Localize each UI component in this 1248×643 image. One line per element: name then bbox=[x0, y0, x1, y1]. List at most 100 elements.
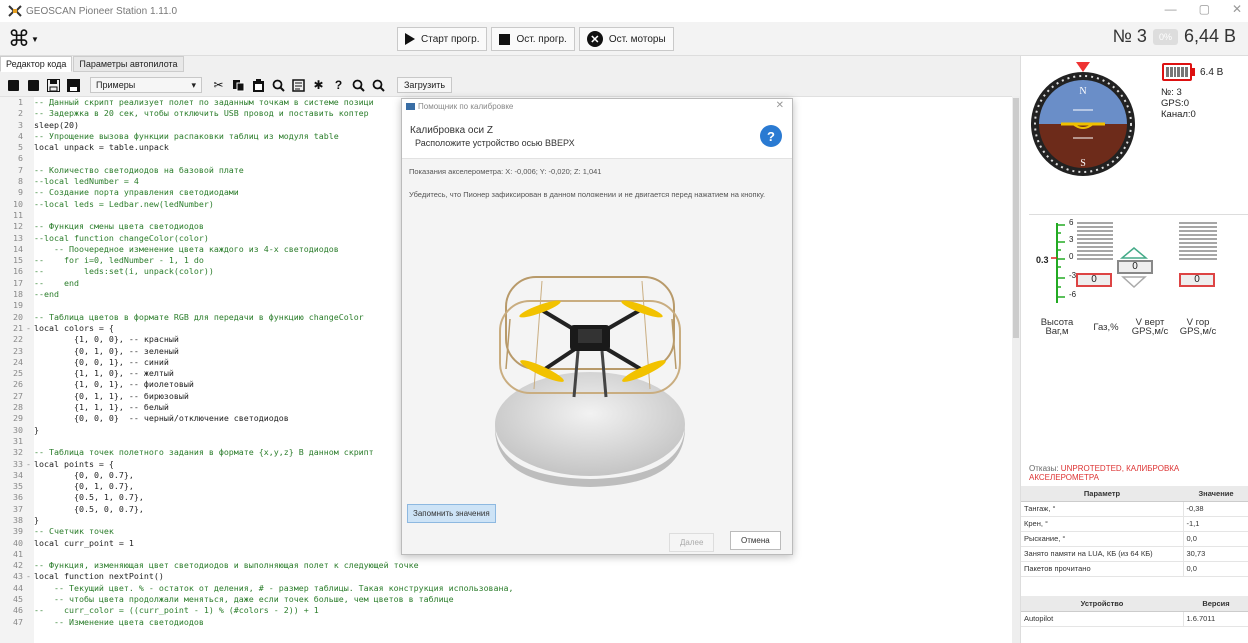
fold-marker[interactable] bbox=[26, 447, 34, 458]
fold-marker[interactable] bbox=[26, 131, 34, 142]
table-row[interactable]: Autopilot 1.6.7011 bbox=[1021, 611, 1248, 627]
fold-marker[interactable] bbox=[26, 334, 34, 345]
params-header-value: Значение bbox=[1183, 486, 1248, 502]
fold-marker[interactable] bbox=[26, 199, 34, 210]
play-icon bbox=[405, 33, 415, 45]
fold-marker[interactable] bbox=[26, 560, 34, 571]
open-folder-icon[interactable] bbox=[26, 78, 41, 93]
table-row[interactable]: Тангаж, ° -0,38 bbox=[1021, 501, 1248, 517]
fold-marker[interactable] bbox=[26, 312, 34, 323]
device-header-name: Устройство bbox=[1021, 596, 1183, 612]
stop-motors-button[interactable]: ✕ Ост. моторы bbox=[578, 27, 674, 51]
fold-marker[interactable] bbox=[26, 391, 34, 402]
fold-marker[interactable] bbox=[26, 176, 34, 187]
load-button[interactable]: Загрузить bbox=[397, 77, 453, 93]
stop-program-button[interactable]: Ост. прогр. bbox=[491, 27, 575, 51]
fold-marker[interactable] bbox=[26, 120, 34, 131]
fold-marker[interactable] bbox=[26, 605, 34, 616]
fold-marker[interactable] bbox=[26, 515, 34, 526]
table-row[interactable]: Пакетов прочитано 0,0 bbox=[1021, 561, 1248, 577]
minimize-button[interactable]: — bbox=[1165, 2, 1177, 16]
fold-marker[interactable] bbox=[26, 368, 34, 379]
fold-marker[interactable] bbox=[26, 153, 34, 164]
fold-marker[interactable] bbox=[26, 492, 34, 503]
fold-marker[interactable] bbox=[26, 402, 34, 413]
fold-marker[interactable] bbox=[26, 244, 34, 255]
altitude-label: Высота Baг,м bbox=[1040, 317, 1074, 337]
line-text: -- Поочередное изменение цвета каждого и… bbox=[34, 243, 339, 254]
fold-marker[interactable]: - bbox=[26, 459, 34, 470]
fold-marker[interactable] bbox=[26, 379, 34, 390]
fold-marker[interactable] bbox=[26, 255, 34, 266]
code-line[interactable]: 46 -- curr_color = ((curr_point - 1) % (#… bbox=[0, 605, 514, 616]
tab-code-editor[interactable]: Редактор кода bbox=[0, 56, 73, 72]
scrollbar-thumb[interactable] bbox=[1013, 98, 1019, 338]
zoom-in-icon[interactable] bbox=[351, 78, 366, 93]
fold-marker[interactable] bbox=[26, 583, 34, 594]
code-line[interactable]: 44 -- Текущий цвет. % - остаток от делен… bbox=[0, 583, 514, 594]
fold-marker[interactable] bbox=[26, 187, 34, 198]
editor-scrollbar[interactable] bbox=[1012, 96, 1020, 643]
fold-marker[interactable] bbox=[26, 278, 34, 289]
fold-marker[interactable] bbox=[26, 594, 34, 605]
cancel-button[interactable]: Отмена bbox=[730, 531, 781, 550]
save-as-icon[interactable] bbox=[66, 78, 81, 93]
gear-icon[interactable]: ✱ bbox=[311, 78, 326, 93]
start-program-button[interactable]: Старт прогр. bbox=[397, 27, 488, 51]
fold-marker[interactable] bbox=[26, 413, 34, 424]
fold-marker[interactable] bbox=[26, 617, 34, 628]
fold-marker[interactable] bbox=[26, 233, 34, 244]
fold-marker[interactable] bbox=[26, 549, 34, 560]
fold-marker[interactable] bbox=[26, 300, 34, 311]
next-button[interactable]: Далее bbox=[669, 533, 715, 552]
fold-marker[interactable] bbox=[26, 266, 34, 277]
table-row[interactable]: Крен, ° -1,1 bbox=[1021, 516, 1248, 532]
fold-marker[interactable] bbox=[26, 165, 34, 176]
save-icon[interactable] bbox=[46, 78, 61, 93]
paste-icon[interactable] bbox=[251, 78, 266, 93]
fold-marker[interactable] bbox=[26, 357, 34, 368]
fold-marker[interactable]: - bbox=[26, 323, 34, 334]
line-number: 39 bbox=[13, 526, 23, 537]
close-button[interactable]: ✕ bbox=[1232, 2, 1242, 16]
stop-program-label: Ост. прогр. bbox=[516, 33, 567, 45]
table-row[interactable]: Занято памяти на LUA, КБ (из 64 КБ) 30,73 bbox=[1021, 546, 1248, 562]
program-controls: Старт прогр. Ост. прогр. ✕ Ост. моторы bbox=[397, 27, 674, 51]
zoom-out-icon[interactable] bbox=[371, 78, 386, 93]
fold-marker[interactable] bbox=[26, 289, 34, 300]
line-text: -- Количество светодиодов на базовой пла… bbox=[34, 164, 244, 175]
code-line[interactable]: 43- local function nextPoint() bbox=[0, 571, 514, 582]
replace-icon[interactable] bbox=[291, 78, 306, 93]
code-line[interactable]: 47 -- Изменение цвета светодиодов bbox=[0, 617, 514, 628]
line-text: -- Данный скрипт реализует полет по зада… bbox=[34, 97, 374, 107]
search-icon[interactable] bbox=[271, 78, 286, 93]
fold-marker[interactable] bbox=[26, 504, 34, 515]
fold-marker[interactable] bbox=[26, 210, 34, 221]
code-line[interactable]: 42 -- Функция, изменяющая цвет светодиодо… bbox=[0, 560, 514, 571]
fold-marker[interactable] bbox=[26, 221, 34, 232]
fold-marker[interactable] bbox=[26, 526, 34, 537]
fold-marker[interactable]: - bbox=[26, 571, 34, 582]
fold-marker[interactable] bbox=[26, 108, 34, 119]
maximize-button[interactable]: ▢ bbox=[1199, 2, 1210, 16]
table-row[interactable]: Рыскание, ° 0,0 bbox=[1021, 531, 1248, 547]
fold-marker[interactable] bbox=[26, 97, 34, 108]
fold-marker[interactable] bbox=[26, 481, 34, 492]
help-icon[interactable]: ? bbox=[331, 78, 346, 93]
fold-marker[interactable] bbox=[26, 436, 34, 447]
code-line[interactable]: 45 -- чтобы цвета продолжали меняться, д… bbox=[0, 594, 514, 605]
remember-values-button[interactable]: Запомнить значения bbox=[407, 504, 496, 523]
examples-dropdown[interactable]: Примеры ▾ bbox=[90, 77, 202, 93]
fold-marker[interactable] bbox=[26, 538, 34, 549]
cut-icon[interactable]: ✂ bbox=[211, 78, 226, 93]
vhor-value-box: 0 bbox=[1179, 273, 1215, 287]
copy-icon[interactable] bbox=[231, 78, 246, 93]
fold-marker[interactable] bbox=[26, 425, 34, 436]
fold-marker[interactable] bbox=[26, 346, 34, 357]
tab-autopilot-params[interactable]: Параметры автопилота bbox=[73, 56, 184, 72]
dialog-close-icon[interactable]: ✕ bbox=[776, 100, 784, 111]
main-menu-button[interactable]: ⌘ ▼ bbox=[8, 26, 44, 52]
fold-marker[interactable] bbox=[26, 142, 34, 153]
fold-marker[interactable] bbox=[26, 470, 34, 481]
new-file-icon[interactable] bbox=[6, 78, 21, 93]
